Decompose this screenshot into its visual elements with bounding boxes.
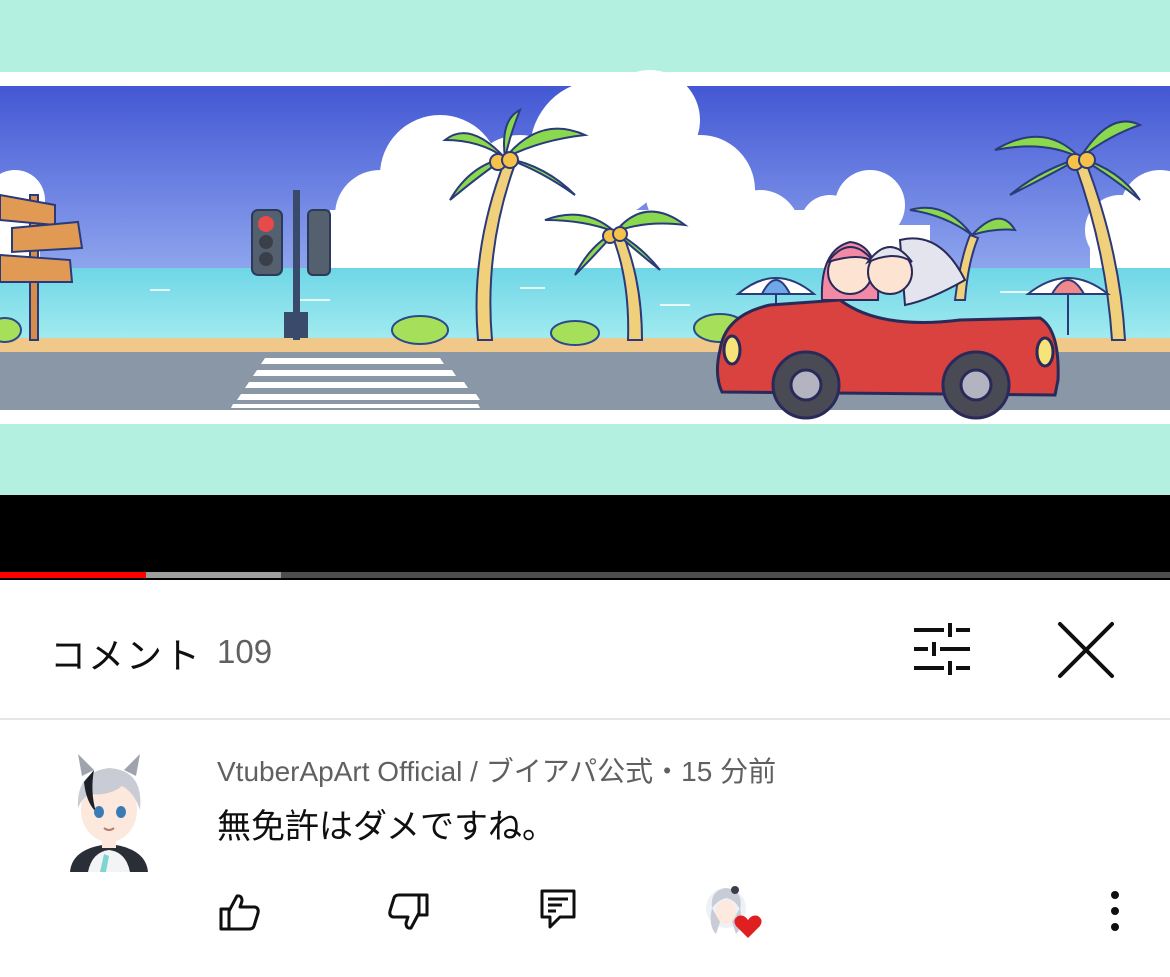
video-frame[interactable] (0, 0, 1170, 495)
thumbs-down-icon (388, 893, 429, 930)
comment-item: VtuberApArt Official / ブイアパ公式・15 分前 無免許は… (0, 722, 1170, 977)
like-button[interactable] (218, 892, 262, 932)
creator-heart-icon (706, 886, 762, 938)
comments-count: 109 (217, 633, 273, 670)
comment-text: 無免許はダメですね。 (217, 807, 556, 847)
close-icon (1058, 622, 1114, 678)
comment-time[interactable]: 15 分前 (681, 756, 776, 787)
commenter-avatar-illustration (70, 754, 148, 872)
comments-header: コメント 109 (0, 580, 1170, 720)
thumbs-up-icon (219, 894, 260, 931)
video-player[interactable] (0, 0, 1170, 580)
creator-heart-badge[interactable] (702, 882, 768, 942)
meta-separator: ・ (653, 756, 682, 787)
reply-button[interactable] (538, 887, 578, 931)
video-thumbnail-illustration (0, 0, 1170, 495)
more-vert-icon (1111, 891, 1119, 931)
progress-bar[interactable] (0, 572, 1170, 578)
sort-filter-button[interactable] (906, 620, 978, 680)
comment-meta: VtuberApArt Official / ブイアパ公式・15 分前 (217, 750, 776, 790)
comments-title: コメント (50, 636, 203, 677)
comment-author[interactable]: VtuberApArt Official / ブイアパ公式 (217, 756, 653, 787)
progress-played (0, 572, 147, 578)
close-comments-button[interactable] (1052, 618, 1120, 682)
dislike-button[interactable] (386, 892, 430, 932)
reply-icon (540, 889, 576, 929)
sort-filter-icon (914, 623, 970, 675)
more-actions-button[interactable] (1100, 890, 1130, 932)
avatar[interactable] (66, 752, 152, 872)
